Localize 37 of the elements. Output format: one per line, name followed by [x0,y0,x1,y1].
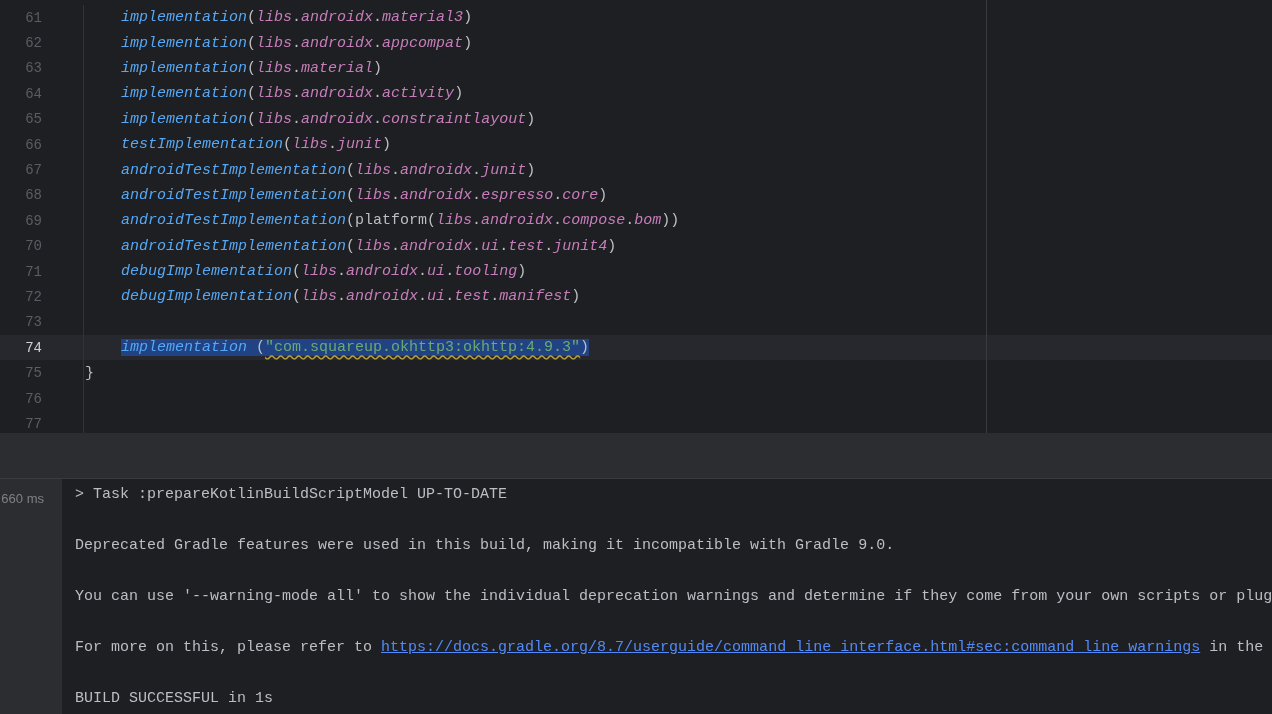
code-line: implementation(libs.androidx.constraintlayout) [121,110,536,128]
code-line: implementation(libs.androidx.activity) [121,85,464,103]
code-line: debugImplementation(libs.androidx.ui.test.manifest) [121,288,581,306]
console-line: For more on this, please refer to https://docs.gradle.org/8.7/userguide/command_line_interface.html#sec:command_line_warnings in the [75,638,1265,658]
line-number: 72 [24,289,42,305]
code-line: implementation(libs.material) [121,59,383,77]
code-line: androidTestImplementation(platform(libs.androidx.compose.bom)) [121,212,680,230]
line-number: 62 [24,35,42,52]
line-number: 68 [24,187,42,204]
line-number: 73 [24,314,42,331]
line-number: 66 [24,136,42,153]
console-line: You can use '--warning-mode all' to show the individual deprecation warnings and determine if they come from your own scripts or plug [75,587,1272,607]
line-number: 63 [24,60,42,77]
build-duration: 660 ms [1,491,44,506]
code-line: androidTestImplementation(libs.androidx.ui.test.junit4) [121,237,617,255]
line-number: 71 [24,263,42,280]
code-line: } [85,364,94,382]
code-line: implementation(libs.androidx.appcompat) [121,34,473,52]
line-number: 70 [24,238,42,255]
line-number: 67 [24,162,42,179]
line-number: 76 [24,390,42,407]
line-number: 65 [24,111,42,128]
line-number: 74 [24,339,42,356]
code-line: implementation(libs.androidx.material3) [121,9,473,27]
link[interactable]: https://docs.gradle.org/8.7/userguide/command_line_interface.html#sec:command_line_warnings [381,639,1201,656]
line-number: 77 [24,415,42,432]
console-line: BUILD SUCCESSFUL in 1s [75,689,275,709]
code-line: androidTestImplementation(libs.androidx.junit) [121,161,536,179]
line-number: 75 [24,365,42,382]
console-line: > Task :prepareKotlinBuildScriptModel UP-TO-DATE [75,485,509,505]
code-line: androidTestImplementation(libs.androidx.espresso.core) [121,186,608,204]
line-number: 64 [24,85,42,102]
console-line: Deprecated Gradle features were used in this build, making it incompatible with Gradle 9.0. [75,536,896,556]
code-line: debugImplementation(libs.androidx.ui.tooling) [121,263,527,281]
line-number: 61 [24,9,42,26]
line-number: 69 [24,212,42,229]
code-line: testImplementation(libs.junit) [121,136,392,154]
